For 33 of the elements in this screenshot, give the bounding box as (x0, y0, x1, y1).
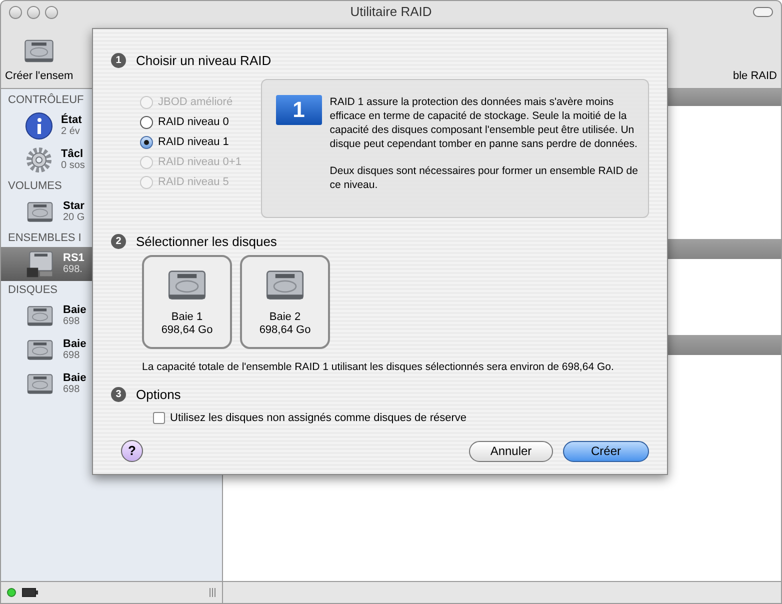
step-number: 1 (111, 53, 126, 68)
item-subtitle: 2 év (61, 126, 81, 138)
capacity-summary: La capacité totale de l'ensemble RAID 1 utilisant les disques sélectionnés sera environ de 698,64 Go. (142, 360, 615, 374)
sidebar-heading: CONTRÔLEUF (8, 92, 84, 108)
disk-name: Baie 1 (171, 311, 203, 324)
section-heading: Choisir un niveau RAID (136, 52, 272, 70)
item-title: État (61, 114, 82, 126)
item-title: Baie (63, 338, 86, 350)
disk-size: 698,64 Go (161, 324, 213, 337)
item-subtitle: 20 G (63, 212, 85, 224)
item-subtitle: 0 sos (61, 160, 85, 172)
raid-level-badge: 1 (276, 94, 322, 124)
item-subtitle: 698. (63, 264, 84, 276)
info-text: RAID 1 assure la protection des données mais s'avère moins efficace en terme de capacité de stockage. Seule la moitié de la capacité des disques composant l'ensemble peut être utilisée. Un disque peut cependant tomber en panne sans perdre de données. (330, 94, 638, 150)
item-title: RS1 (63, 252, 84, 264)
item-title: Tâcl (61, 148, 84, 160)
disk-size: 698,64 Go (259, 324, 311, 337)
window-title: Utilitaire RAID (350, 3, 432, 22)
step-number: 2 (111, 234, 126, 249)
sidebar-heading: VOLUMES (8, 179, 62, 194)
disk-name: Baie 2 (269, 311, 301, 324)
section-heading: Options (136, 386, 181, 404)
item-title: Star (63, 200, 85, 212)
sidebar-heading: ENSEMBLES I (8, 231, 82, 246)
item-title: Baie (63, 304, 86, 316)
item-subtitle: 698 (63, 316, 81, 328)
step-number: 3 (111, 387, 126, 402)
section-heading: Sélectionner les disques (136, 232, 277, 251)
item-subtitle: 698 (63, 350, 81, 362)
sidebar-heading: DISQUES (8, 283, 58, 298)
item-subtitle: 698 (63, 384, 81, 396)
info-text: Deux disques sont nécessaires pour former un ensemble RAID de ce niveau. (330, 164, 639, 192)
item-title: Baie (63, 372, 86, 384)
